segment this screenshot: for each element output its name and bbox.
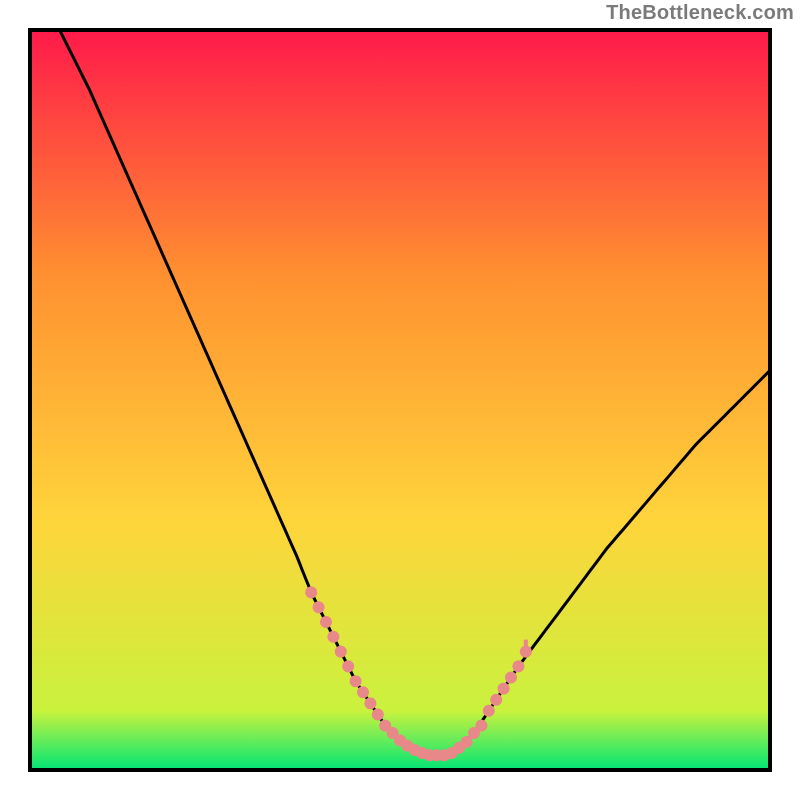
highlight-dot [505,672,517,684]
highlight-dot [350,675,362,687]
plot-background [30,30,770,770]
highlight-dot [327,631,339,643]
highlight-dot [342,660,354,672]
highlight-dot [512,660,524,672]
highlight-dot [357,686,369,698]
highlight-dot [335,646,347,658]
highlight-dot [372,709,384,721]
highlight-dot [305,586,317,598]
highlight-dot [313,601,325,613]
chart-wrapper: TheBottleneck.com [0,0,800,800]
highlight-dot [483,705,495,717]
highlight-dot [475,720,487,732]
highlight-dot [498,683,510,695]
highlight-dot [320,616,332,628]
watermark-text: TheBottleneck.com [606,2,794,25]
highlight-dot [490,694,502,706]
highlight-dot [364,697,376,709]
bottleneck-chart [0,0,800,800]
